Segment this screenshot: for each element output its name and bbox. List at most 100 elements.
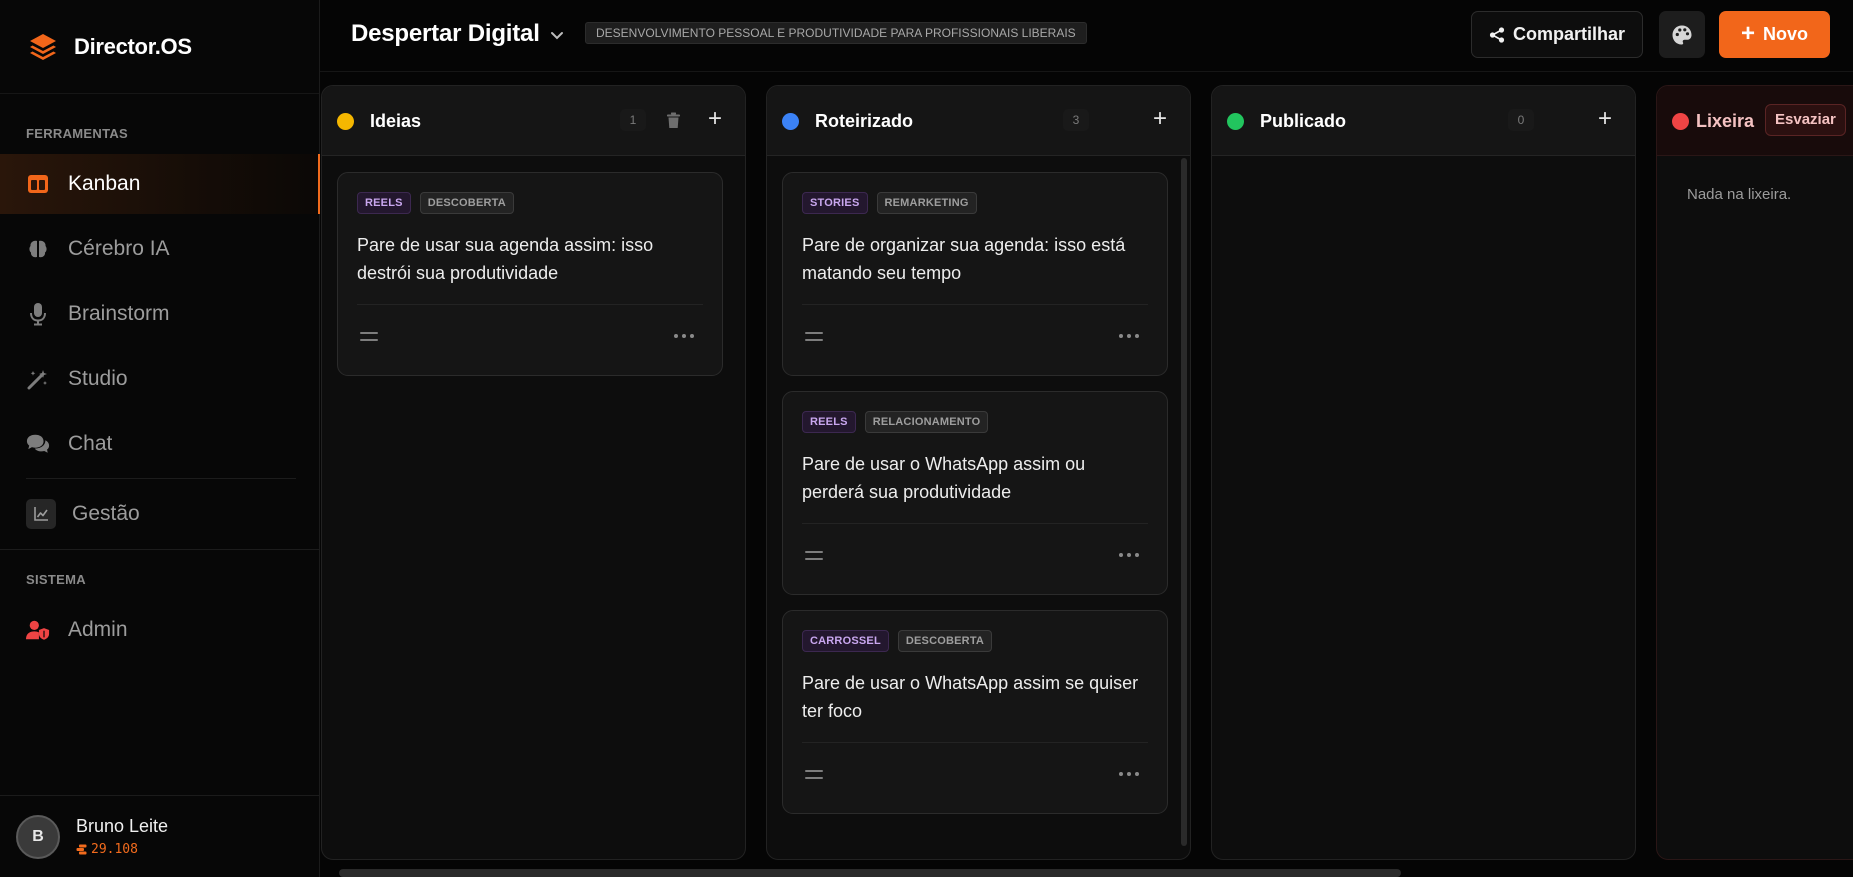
project-title: Despertar Digital <box>351 20 540 47</box>
column-title: Publicado <box>1260 111 1347 131</box>
more-options-icon[interactable] <box>1119 331 1139 341</box>
coins-icon <box>76 844 87 855</box>
project-description-badge: DESENVOLVIMENTO PESSOAL E PRODUTIVIDADE … <box>585 22 1087 44</box>
sidebar-divider <box>0 549 320 550</box>
column-header: Ideias 1 + <box>322 86 745 156</box>
sidebar-item-cerebro-ia[interactable]: Cérebro IA <box>0 219 320 279</box>
card-divider <box>802 742 1148 743</box>
empty-trash-button[interactable]: Esvaziar <box>1765 104 1846 136</box>
category-tag: REMARKETING <box>876 192 977 214</box>
sidebar-item-label: Kanban <box>68 172 141 195</box>
user-profile[interactable]: B Bruno Leite 29.108 <box>0 795 320 877</box>
credits-value: 29.108 <box>91 842 138 857</box>
column-title: Roteirizado <box>815 111 914 131</box>
column-header: Roteirizado 3 + <box>767 86 1190 156</box>
column-count: 1 <box>620 109 646 131</box>
sidebar-item-brainstorm[interactable]: Brainstorm <box>0 284 320 344</box>
section-label-ferramentas: FERRAMENTAS <box>26 126 128 141</box>
sidebar-item-label: Cérebro IA <box>68 237 170 260</box>
card-title: Pare de usar sua agenda assim: isso dest… <box>357 235 654 283</box>
format-tag: STORIES <box>802 192 868 214</box>
trash-icon[interactable] <box>662 109 684 131</box>
content-card[interactable]: CARROSSEL DESCOBERTA Pare de usar o What… <box>782 610 1168 814</box>
column-scrollbar[interactable] <box>1181 158 1187 846</box>
format-tag: REELS <box>802 411 856 433</box>
sidebar-item-admin[interactable]: Admin <box>0 600 320 660</box>
sidebar: Director.OS FERRAMENTAS Kanban Cérebro I… <box>0 0 320 877</box>
sidebar-item-gestao[interactable]: Gestão <box>0 484 320 544</box>
status-dot <box>337 113 354 130</box>
card-title: Pare de organizar sua agenda: isso está … <box>802 235 1126 283</box>
user-credits: 29.108 <box>76 842 168 857</box>
app-name: Director.OS <box>74 33 192 59</box>
format-tag: REELS <box>357 192 411 214</box>
column-lixeira: Lixeira Esvaziar Nada na lixeira. <box>1656 85 1853 860</box>
status-dot <box>1672 113 1689 130</box>
content-card[interactable]: REELS DESCOBERTA Pare de usar sua agenda… <box>337 172 723 376</box>
add-card-button[interactable]: + <box>1594 107 1616 131</box>
kanban-icon <box>26 172 50 196</box>
card-divider <box>802 523 1148 524</box>
status-dot <box>782 113 799 130</box>
top-header: Despertar Digital DESENVOLVIMENTO PESSOA… <box>320 0 1853 72</box>
drag-handle-icon[interactable] <box>805 332 823 341</box>
card-title: Pare de usar o WhatsApp assim ou perderá… <box>802 454 1086 502</box>
sidebar-item-chat[interactable]: Chat <box>0 414 320 474</box>
chevron-down-icon <box>550 32 563 40</box>
card-title: Pare de usar o WhatsApp assim se quiser … <box>802 673 1139 721</box>
microphone-icon <box>26 302 50 326</box>
layers-logo-icon <box>30 33 56 60</box>
format-tag: CARROSSEL <box>802 630 889 652</box>
board-horizontal-scrollbar[interactable] <box>339 869 1401 877</box>
status-dot <box>1227 113 1244 130</box>
drag-handle-icon[interactable] <box>360 332 378 341</box>
more-options-icon[interactable] <box>1119 550 1139 560</box>
avatar: B <box>16 814 60 859</box>
more-options-icon[interactable] <box>1119 769 1139 779</box>
column-title: Ideias <box>370 111 422 131</box>
more-options-icon[interactable] <box>674 331 694 341</box>
column-title: Lixeira <box>1696 111 1755 131</box>
column-ideias: Ideias 1 + REELS DESCOBERTA Pare de usar… <box>321 85 746 860</box>
sidebar-item-label: Studio <box>68 367 128 390</box>
plus-icon: + <box>1740 19 1755 47</box>
chat-icon <box>26 432 50 456</box>
sidebar-item-studio[interactable]: Studio <box>0 349 320 409</box>
user-shield-icon <box>26 618 50 642</box>
drag-handle-icon[interactable] <box>805 770 823 779</box>
chart-line-icon <box>26 499 56 529</box>
sidebar-item-label: Brainstorm <box>68 302 170 325</box>
card-divider <box>357 304 703 305</box>
magic-wand-icon <box>26 367 50 391</box>
category-tag: DESCOBERTA <box>419 192 514 214</box>
project-selector[interactable]: Despertar Digital <box>351 20 564 48</box>
empty-state-text: Nada na lixeira. <box>1687 186 1792 203</box>
brand[interactable]: Director.OS <box>0 0 319 94</box>
new-button[interactable]: + Novo <box>1719 11 1830 58</box>
drag-handle-icon[interactable] <box>805 551 823 560</box>
share-label: Compartilhar <box>1512 24 1626 44</box>
content-card[interactable]: REELS RELACIONAMENTO Pare de usar o What… <box>782 391 1168 595</box>
sidebar-item-kanban[interactable]: Kanban <box>0 154 320 214</box>
brain-icon <box>26 237 50 261</box>
category-tag: DESCOBERTA <box>897 630 993 652</box>
column-header: Publicado 0 + <box>1212 86 1635 156</box>
share-icon <box>1489 26 1505 43</box>
palette-icon <box>1672 25 1692 44</box>
card-divider <box>802 304 1148 305</box>
sidebar-item-label: Chat <box>68 432 113 455</box>
add-card-button[interactable]: + <box>704 107 726 131</box>
add-card-button[interactable]: + <box>1149 107 1171 131</box>
column-count: 3 <box>1063 109 1089 131</box>
user-name: Bruno Leite <box>76 816 169 836</box>
share-button[interactable]: Compartilhar <box>1471 11 1643 58</box>
new-label: Novo <box>1763 24 1808 44</box>
theme-button[interactable] <box>1659 11 1705 58</box>
category-tag: RELACIONAMENTO <box>864 411 989 433</box>
sidebar-divider <box>26 478 296 479</box>
content-card[interactable]: STORIES REMARKETING Pare de organizar su… <box>782 172 1168 376</box>
sidebar-item-label: Gestão <box>72 502 140 525</box>
column-publicado: Publicado 0 + <box>1211 85 1636 860</box>
section-label-sistema: SISTEMA <box>26 572 86 587</box>
sidebar-item-label: Admin <box>68 618 128 641</box>
